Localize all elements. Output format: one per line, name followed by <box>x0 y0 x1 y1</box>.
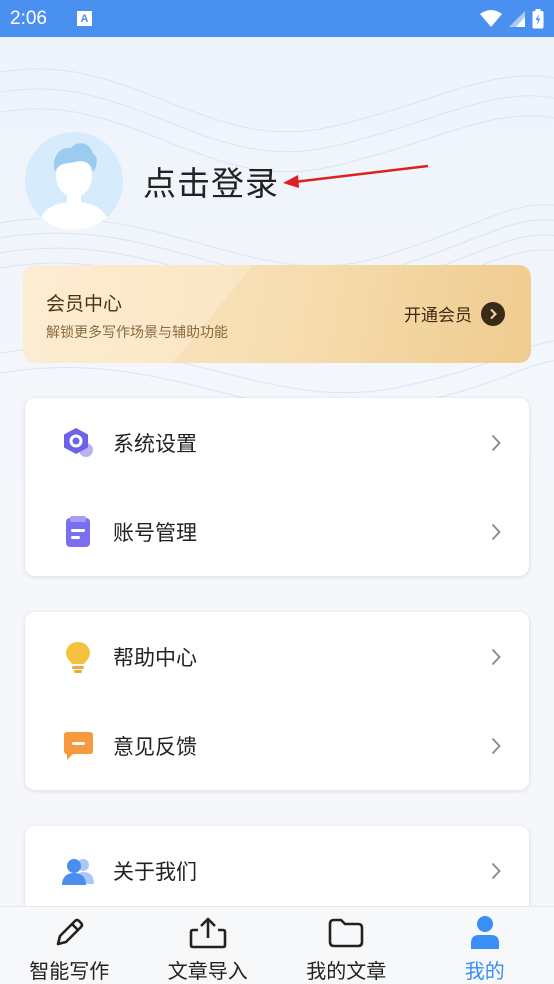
tab-label: 我的文章 <box>306 959 387 983</box>
tab-mine[interactable]: 我的 <box>416 907 554 984</box>
menu-item-label: 系统设置 <box>113 431 197 456</box>
help-card: 帮助中心 意见反馈 <box>25 612 529 790</box>
folder-icon <box>327 915 365 951</box>
settings-hexagon-icon <box>61 426 95 460</box>
chevron-right-icon <box>491 523 501 540</box>
login-link[interactable]: 点击登录 <box>143 157 279 205</box>
status-bar: 2:06 A <box>0 0 554 37</box>
signal-icon <box>509 10 525 27</box>
status-icons <box>480 8 544 29</box>
menu-item-label: 意见反馈 <box>113 734 197 759</box>
profile-header[interactable]: 点击登录 <box>25 132 279 230</box>
pencil-icon <box>52 915 86 951</box>
menu-item-about-us[interactable]: 关于我们 <box>25 826 529 915</box>
vip-subtitle: 解锁更多写作场景与辅助功能 <box>46 325 228 341</box>
avatar[interactable] <box>25 132 123 230</box>
open-vip-button[interactable]: 开通会员 <box>404 301 505 326</box>
annotation-arrow <box>283 164 429 188</box>
status-time: 2:06 <box>10 7 47 29</box>
chevron-right-icon <box>491 862 501 879</box>
person-icon <box>468 915 502 951</box>
menu-item-help-center[interactable]: 帮助中心 <box>25 612 529 701</box>
chevron-right-icon <box>491 737 501 754</box>
menu-item-label: 账号管理 <box>113 520 197 545</box>
notification-a-icon: A <box>76 11 92 26</box>
menu-item-label: 帮助中心 <box>113 645 197 670</box>
battery-icon <box>532 8 544 28</box>
tab-label: 文章导入 <box>167 959 248 983</box>
tab-my-articles[interactable]: 我的文章 <box>277 907 416 984</box>
lightbulb-icon <box>61 640 95 674</box>
wifi-icon <box>480 9 502 27</box>
chevron-right-icon <box>481 301 505 326</box>
tab-article-import[interactable]: 文章导入 <box>139 907 278 984</box>
tab-smart-writing[interactable]: 智能写作 <box>0 907 139 984</box>
vip-title: 会员中心 <box>46 293 123 315</box>
menu-item-account-management[interactable]: 账号管理 <box>25 487 529 576</box>
menu-item-label: 关于我们 <box>113 859 197 884</box>
menu-item-feedback[interactable]: 意见反馈 <box>25 701 529 790</box>
upload-icon <box>189 915 227 951</box>
settings-card: 系统设置 账号管理 <box>25 398 529 576</box>
default-avatar-icon <box>25 132 123 230</box>
account-clipboard-icon <box>61 515 95 549</box>
feedback-chat-icon <box>61 729 95 763</box>
open-vip-label: 开通会员 <box>404 306 472 326</box>
tab-label: 我的 <box>464 959 505 983</box>
users-icon <box>61 854 95 888</box>
menu-item-system-settings[interactable]: 系统设置 <box>25 398 529 487</box>
chevron-right-icon <box>491 434 501 451</box>
chevron-right-icon <box>491 648 501 665</box>
tab-label: 智能写作 <box>29 959 110 983</box>
vip-card[interactable]: 会员中心 解锁更多写作场景与辅助功能 开通会员 <box>23 265 531 363</box>
bottom-tab-bar: 智能写作 文章导入 我的文章 我的 <box>0 906 554 984</box>
about-card: 关于我们 <box>25 826 529 916</box>
